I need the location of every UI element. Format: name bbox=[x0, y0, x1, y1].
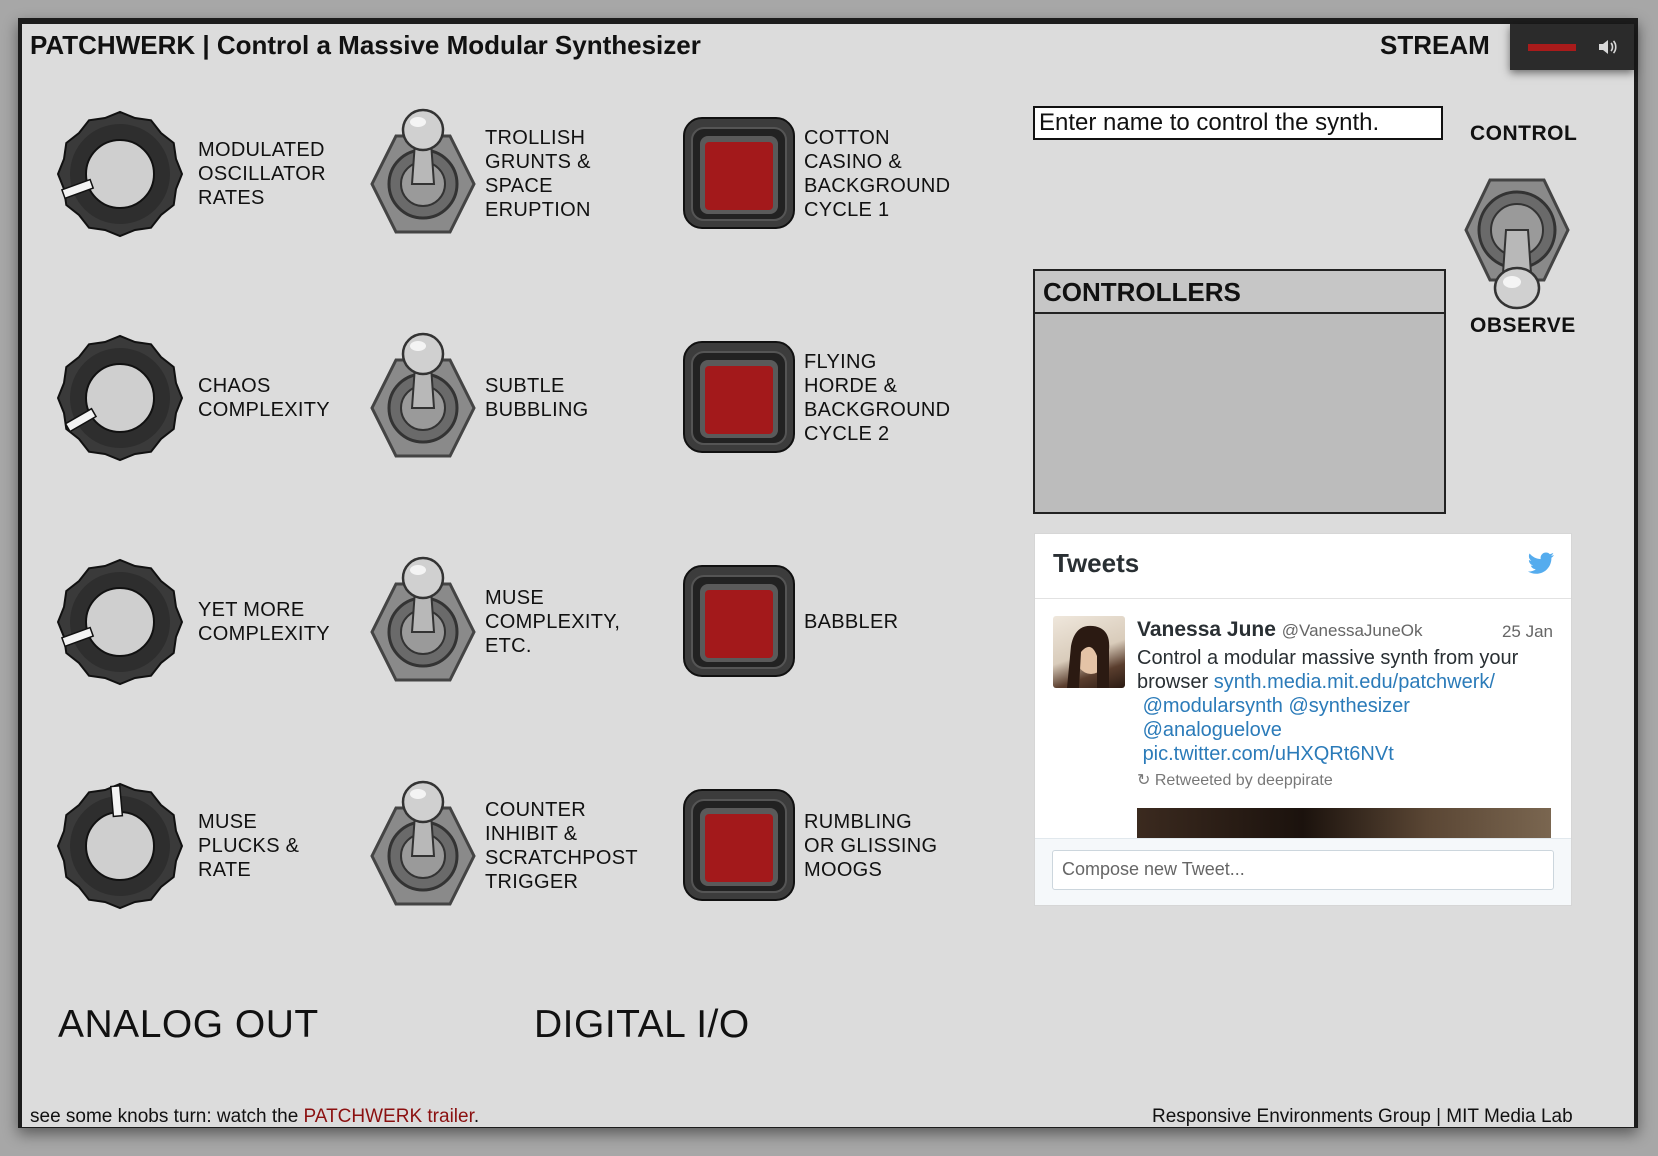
knob-label-line: MUSE bbox=[198, 811, 257, 833]
knob-label-line: PLUCKS & bbox=[198, 835, 300, 857]
tweet-date[interactable]: 25 Jan bbox=[1502, 622, 1553, 642]
controllers-title: CONTROLLERS bbox=[1035, 271, 1444, 314]
push-button-2[interactable] bbox=[682, 340, 796, 454]
knob-label-line: OSCILLATOR bbox=[198, 163, 326, 185]
toggle-label-line: INHIBIT & bbox=[485, 823, 578, 845]
trailer-link[interactable]: PATCHWERK trailer bbox=[304, 1106, 474, 1127]
toggle-label-line: SCRATCHPOST bbox=[485, 847, 638, 869]
knob-label: MODULATED OSCILLATOR RATES bbox=[198, 138, 326, 210]
tweet-pic-link[interactable]: pic.twitter.com/uHXQRt6NVt bbox=[1143, 743, 1394, 765]
button-label-line: CYCLE 2 bbox=[804, 423, 890, 445]
toggle-label-line: COUNTER bbox=[485, 799, 586, 821]
footer-suffix: . bbox=[473, 1106, 480, 1127]
tweet-compose-area: Compose new Tweet... bbox=[1035, 838, 1571, 905]
toggle-switch-1[interactable] bbox=[368, 106, 478, 234]
retweet-text: Retweeted by deeppirate bbox=[1154, 772, 1333, 789]
toggle-label: SUBTLE BUBBLING bbox=[485, 374, 589, 422]
knob-label-line: MODULATED bbox=[198, 139, 325, 161]
tweet-mention-modularsynth[interactable]: @modularsynth bbox=[1143, 695, 1283, 717]
push-button-1[interactable] bbox=[682, 116, 796, 230]
control-observe-switch[interactable] bbox=[1462, 176, 1572, 312]
knob-2[interactable] bbox=[56, 334, 184, 462]
button-label-line: RUMBLING bbox=[804, 811, 912, 833]
control-label: CONTROL bbox=[1470, 122, 1578, 145]
knob-1[interactable] bbox=[56, 110, 184, 238]
toggle-label-line: GRUNTS & bbox=[485, 151, 591, 173]
button-label-line: COTTON bbox=[804, 127, 890, 149]
button-label-line: BACKGROUND bbox=[804, 399, 951, 421]
tweet-avatar[interactable] bbox=[1053, 616, 1125, 688]
button-label-line: OR GLISSING bbox=[804, 835, 938, 857]
footer-prefix: see some knobs turn: watch the bbox=[30, 1106, 304, 1127]
retweet-info: ↻ Retweeted by deeppirate bbox=[1137, 770, 1333, 790]
knob-label: CHAOS COMPLEXITY bbox=[198, 374, 330, 422]
toggle-label-line: SPACE bbox=[485, 175, 553, 197]
button-label-line: FLYING bbox=[804, 351, 877, 373]
toggle-switch-3[interactable] bbox=[368, 554, 478, 682]
knob-label-line: CHAOS bbox=[198, 375, 271, 397]
retweet-icon: ↻ bbox=[1137, 772, 1151, 789]
tweet-mention-analoguelove[interactable]: @analoguelove bbox=[1143, 719, 1282, 741]
toggle-label-line: ETC. bbox=[485, 635, 532, 657]
tweet-link-url[interactable]: synth.media.mit.edu/patchwerk/ bbox=[1214, 671, 1495, 693]
toggle-label-line: COMPLEXITY, bbox=[485, 611, 621, 633]
knob-label: MUSE PLUCKS & RATE bbox=[198, 810, 299, 882]
toggle-label-line: TRIGGER bbox=[485, 871, 579, 893]
button-label-line: HORDE & bbox=[804, 375, 898, 397]
push-button-3[interactable] bbox=[682, 564, 796, 678]
stream-label: STREAM bbox=[1380, 30, 1490, 60]
toggle-switch-4[interactable] bbox=[368, 778, 478, 906]
toggle-label-line: MUSE bbox=[485, 587, 544, 609]
footer-trailer: see some knobs turn: watch the PATCHWERK… bbox=[30, 1106, 479, 1128]
toggle-label: TROLLISH GRUNTS & SPACE ERUPTION bbox=[485, 126, 591, 222]
toggle-label-line: TROLLISH bbox=[485, 127, 586, 149]
stream-progress-bar[interactable] bbox=[1528, 44, 1576, 51]
digital-io-label: DIGITAL I/O bbox=[534, 1003, 750, 1046]
knob-label-line: RATES bbox=[198, 187, 265, 209]
toggle-label: COUNTER INHIBIT & SCRATCHPOST TRIGGER bbox=[485, 798, 638, 894]
knob-label: YET MORE COMPLEXITY bbox=[198, 598, 330, 646]
button-label: BABBLER bbox=[804, 610, 898, 634]
speaker-icon[interactable] bbox=[1596, 36, 1618, 58]
toggle-label-line: SUBTLE bbox=[485, 375, 565, 397]
knob-label-line: COMPLEXITY bbox=[198, 623, 330, 645]
knob-label-line: YET MORE bbox=[198, 599, 305, 621]
button-label: FLYING HORDE & BACKGROUND CYCLE 2 bbox=[804, 350, 950, 446]
tweet-author-name[interactable]: Vanessa June bbox=[1137, 618, 1276, 641]
twitter-bird-icon[interactable] bbox=[1527, 552, 1555, 576]
page-title: PATCHWERK | Control a Massive Modular Sy… bbox=[30, 30, 701, 60]
knob-label-line: RATE bbox=[198, 859, 252, 881]
tweet-text: Control a modular massive synth from you… bbox=[1137, 646, 1547, 766]
name-input[interactable] bbox=[1033, 106, 1443, 140]
tweet-mention-synthesizer[interactable]: @synthesizer bbox=[1289, 695, 1410, 717]
push-button-4[interactable] bbox=[682, 788, 796, 902]
knob-3[interactable] bbox=[56, 558, 184, 686]
observe-label: OBSERVE bbox=[1470, 314, 1576, 337]
toggle-label-line: BUBBLING bbox=[485, 399, 589, 421]
toggle-switch-2[interactable] bbox=[368, 330, 478, 458]
analog-out-label: ANALOG OUT bbox=[58, 1003, 319, 1046]
button-label: COTTON CASINO & BACKGROUND CYCLE 1 bbox=[804, 126, 950, 222]
knob-label-line: COMPLEXITY bbox=[198, 399, 330, 421]
button-label: RUMBLING OR GLISSING MOOGS bbox=[804, 810, 937, 882]
knob-4[interactable] bbox=[56, 782, 184, 910]
button-label-line: MOOGS bbox=[804, 859, 883, 881]
tweets-header: Tweets bbox=[1035, 534, 1571, 599]
tweet-author-handle[interactable]: @VanessaJuneOk bbox=[1282, 621, 1423, 640]
controllers-panel: CONTROLLERS bbox=[1033, 269, 1446, 514]
tweets-widget: Tweets Vanessa June @VanessaJuneOk 25 Ja… bbox=[1034, 533, 1572, 906]
button-label-line: BABBLER bbox=[804, 611, 899, 633]
footer-credit: Responsive Environments Group | MIT Medi… bbox=[1152, 1106, 1573, 1127]
tweet-author[interactable]: Vanessa June @VanessaJuneOk bbox=[1137, 618, 1423, 642]
tweets-title: Tweets bbox=[1053, 548, 1140, 578]
toggle-label-line: ERUPTION bbox=[485, 199, 591, 221]
button-label-line: BACKGROUND bbox=[804, 175, 951, 197]
compose-tweet-input[interactable]: Compose new Tweet... bbox=[1052, 850, 1554, 890]
button-label-line: CASINO & bbox=[804, 151, 902, 173]
button-label-line: CYCLE 1 bbox=[804, 199, 890, 221]
toggle-label: MUSE COMPLEXITY, ETC. bbox=[485, 586, 620, 658]
